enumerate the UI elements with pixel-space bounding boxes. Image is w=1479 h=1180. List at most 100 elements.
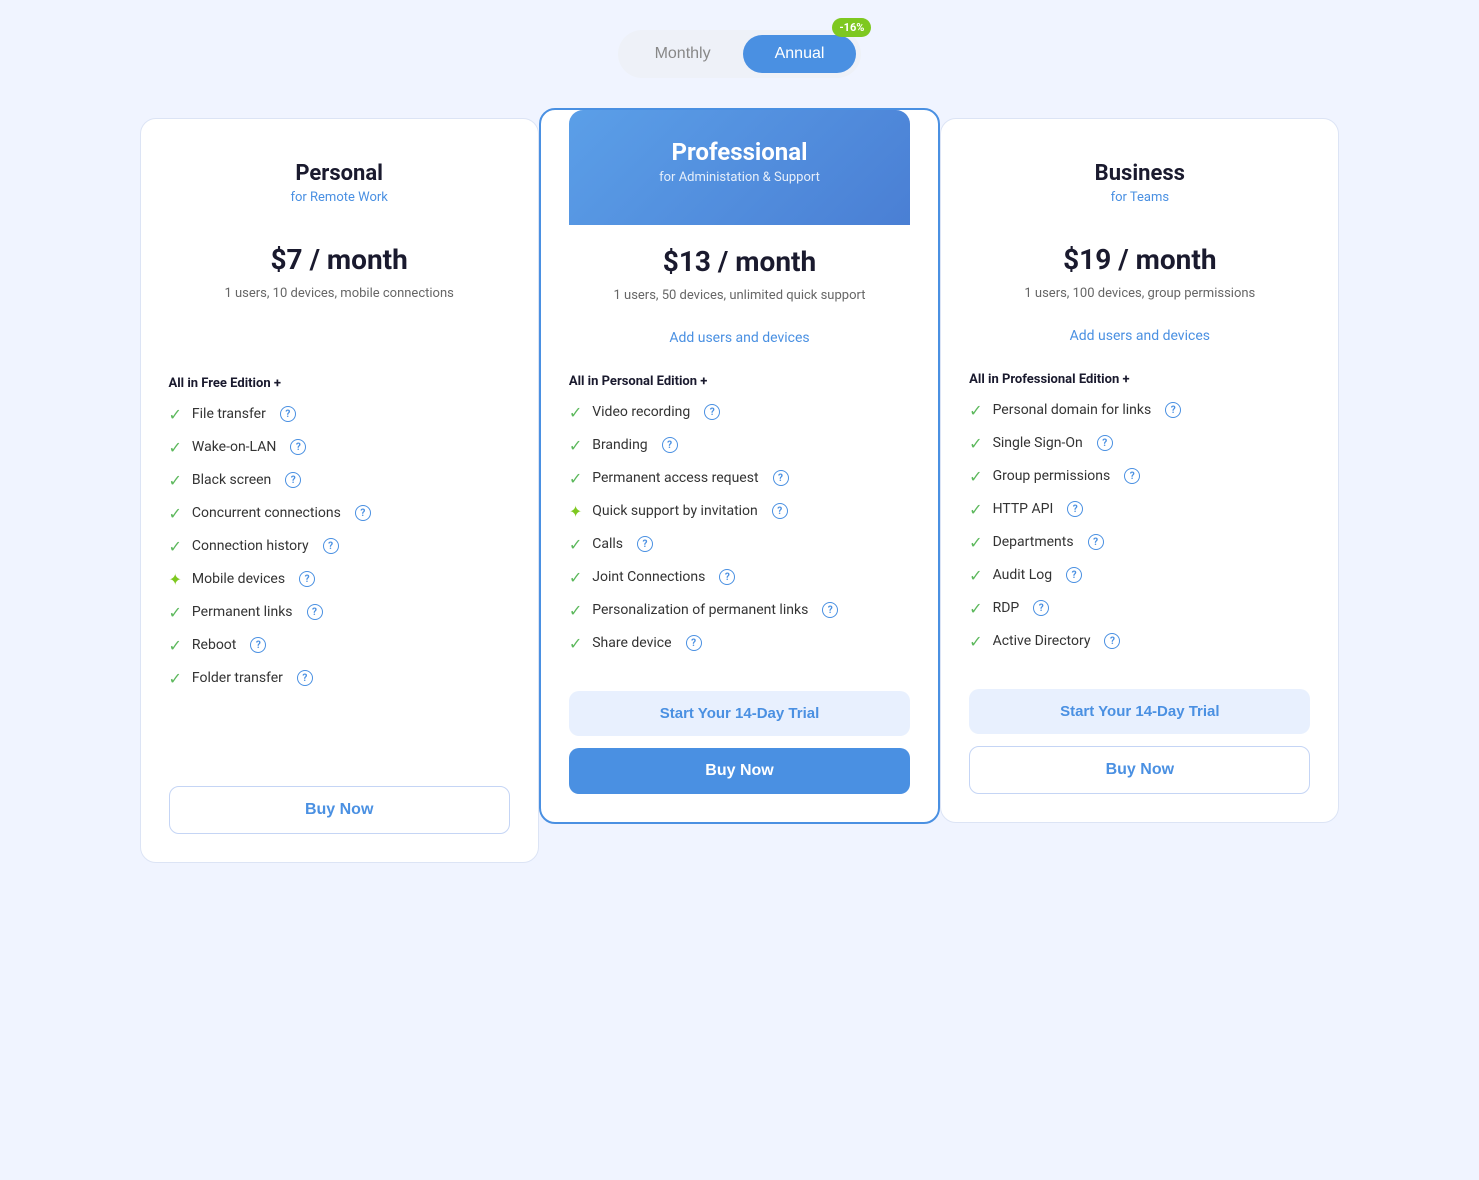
- check-icon: ✓: [169, 405, 182, 424]
- check-icon: ✓: [169, 636, 182, 655]
- professional-trial-button[interactable]: Start Your 14-Day Trial: [569, 691, 910, 736]
- feature-text: HTTP API: [993, 501, 1054, 517]
- help-icon[interactable]: ?: [1033, 600, 1049, 616]
- list-item: ✓ Wake-on-LAN ?: [169, 438, 510, 457]
- feature-text: Permanent links: [192, 604, 293, 620]
- professional-buy-button[interactable]: Buy Now: [569, 748, 910, 794]
- plans-container: Personal for Remote Work $7 / month 1 us…: [140, 118, 1340, 863]
- business-plan-price: $19 / month: [969, 243, 1310, 276]
- check-icon: ✓: [969, 599, 982, 618]
- help-icon[interactable]: ?: [323, 538, 339, 554]
- help-icon[interactable]: ?: [355, 505, 371, 521]
- help-icon[interactable]: ?: [1124, 468, 1140, 484]
- help-icon[interactable]: ?: [307, 604, 323, 620]
- discount-badge: -16%: [832, 18, 871, 37]
- billing-toggle[interactable]: Monthly Annual -16%: [618, 30, 862, 78]
- check-icon: ✓: [169, 438, 182, 457]
- feature-text: Quick support by invitation: [592, 503, 758, 519]
- help-icon[interactable]: ?: [280, 406, 296, 422]
- personal-plan-desc: 1 users, 10 devices, mobile connections: [169, 284, 510, 304]
- feature-text: Personal domain for links: [993, 402, 1152, 418]
- professional-plan-desc: 1 users, 50 devices, unlimited quick sup…: [569, 286, 910, 306]
- help-icon[interactable]: ?: [1165, 402, 1181, 418]
- professional-plan-name: Professional: [589, 138, 890, 166]
- help-icon[interactable]: ?: [299, 571, 315, 587]
- feature-text: Audit Log: [993, 567, 1053, 583]
- personal-plan-tagline: for Remote Work: [169, 190, 510, 205]
- feature-text: Wake-on-LAN: [192, 439, 276, 455]
- list-item: ✓ Reboot ?: [169, 636, 510, 655]
- check-icon: ✓: [969, 566, 982, 585]
- list-item: ✓ Connection history ?: [169, 537, 510, 556]
- feature-text: Personalization of permanent links: [592, 602, 808, 618]
- check-icon: ✓: [569, 568, 582, 587]
- help-icon[interactable]: ?: [686, 635, 702, 651]
- help-icon[interactable]: ?: [290, 439, 306, 455]
- help-icon[interactable]: ?: [637, 536, 653, 552]
- check-icon: ✓: [569, 469, 582, 488]
- feature-text: File transfer: [192, 406, 266, 422]
- help-icon[interactable]: ?: [704, 404, 720, 420]
- help-icon[interactable]: ?: [1067, 501, 1083, 517]
- business-buy-button[interactable]: Buy Now: [969, 746, 1310, 794]
- list-item: ✓ File transfer ?: [169, 405, 510, 424]
- professional-plan-price: $13 / month: [569, 245, 910, 278]
- star-icon: ✦: [569, 502, 582, 521]
- personal-feature-list: ✓ File transfer ? ✓ Wake-on-LAN ? ✓ Blac…: [169, 405, 510, 702]
- list-item: ✓ Share device ?: [569, 634, 910, 653]
- plan-business: Business for Teams $19 / month 1 users, …: [940, 118, 1339, 823]
- list-item: ✓ Audit Log ?: [969, 566, 1310, 585]
- feature-text: Mobile devices: [192, 571, 285, 587]
- help-icon[interactable]: ?: [773, 470, 789, 486]
- personal-buy-button[interactable]: Buy Now: [169, 786, 510, 834]
- professional-feature-list: ✓ Video recording ? ✓ Branding ? ✓ Perma…: [569, 403, 910, 667]
- help-icon[interactable]: ?: [822, 602, 838, 618]
- help-icon[interactable]: ?: [1097, 435, 1113, 451]
- professional-add-users-link[interactable]: Add users and devices: [569, 330, 910, 346]
- list-item: ✓ Personal domain for links ?: [969, 401, 1310, 420]
- feature-text: Folder transfer: [192, 670, 283, 686]
- list-item: ✓ Departments ?: [969, 533, 1310, 552]
- help-icon[interactable]: ?: [772, 503, 788, 519]
- monthly-toggle-btn[interactable]: Monthly: [623, 35, 743, 73]
- check-icon: ✓: [169, 669, 182, 688]
- help-icon[interactable]: ?: [297, 670, 313, 686]
- business-trial-button[interactable]: Start Your 14-Day Trial: [969, 689, 1310, 734]
- check-icon: ✓: [969, 401, 982, 420]
- personal-plan-price: $7 / month: [169, 243, 510, 276]
- feature-text: Single Sign-On: [993, 435, 1083, 451]
- list-item: ✓ Concurrent connections ?: [169, 504, 510, 523]
- help-icon[interactable]: ?: [285, 472, 301, 488]
- annual-toggle-btn[interactable]: Annual: [743, 35, 857, 73]
- check-icon: ✓: [169, 603, 182, 622]
- feature-text: Departments: [993, 534, 1074, 550]
- list-item: ✓ Joint Connections ?: [569, 568, 910, 587]
- list-item: ✓ Permanent links ?: [169, 603, 510, 622]
- professional-header: Professional for Administation & Support: [569, 110, 910, 225]
- list-item: ✓ Group permissions ?: [969, 467, 1310, 486]
- list-item: ✓ Personalization of permanent links ?: [569, 601, 910, 620]
- professional-plan-tagline: for Administation & Support: [589, 170, 890, 185]
- help-icon[interactable]: ?: [1088, 534, 1104, 550]
- check-icon: ✓: [569, 436, 582, 455]
- list-item: ✓ Single Sign-On ?: [969, 434, 1310, 453]
- help-icon[interactable]: ?: [719, 569, 735, 585]
- business-add-users-link[interactable]: Add users and devices: [969, 328, 1310, 344]
- list-item: ✓ HTTP API ?: [969, 500, 1310, 519]
- business-plan-tagline: for Teams: [969, 190, 1310, 205]
- list-item: ✓ Permanent access request ?: [569, 469, 910, 488]
- business-features-heading: All in Professional Edition +: [969, 372, 1310, 387]
- plan-professional: Professional for Administation & Support…: [539, 108, 940, 824]
- help-icon[interactable]: ?: [662, 437, 678, 453]
- feature-text: Active Directory: [993, 633, 1091, 649]
- list-item: ✓ Calls ?: [569, 535, 910, 554]
- feature-text: Share device: [592, 635, 671, 651]
- check-icon: ✓: [169, 537, 182, 556]
- help-icon[interactable]: ?: [1066, 567, 1082, 583]
- check-icon: ✓: [169, 504, 182, 523]
- help-icon[interactable]: ?: [250, 637, 266, 653]
- check-icon: ✓: [569, 601, 582, 620]
- help-icon[interactable]: ?: [1104, 633, 1120, 649]
- feature-text: Concurrent connections: [192, 505, 341, 521]
- feature-text: RDP: [993, 600, 1020, 616]
